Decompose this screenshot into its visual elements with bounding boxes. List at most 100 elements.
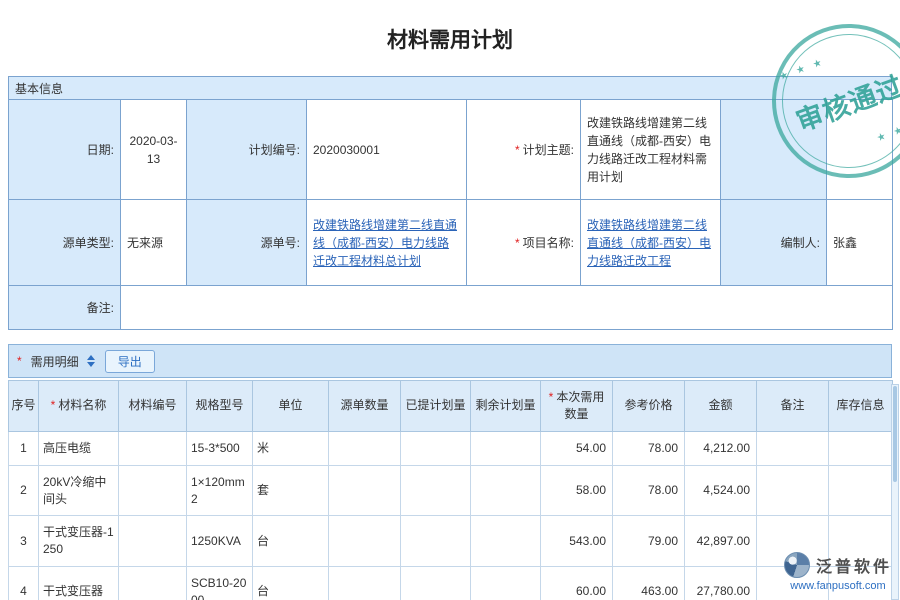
table-cell: 60.00 xyxy=(541,566,613,600)
column-header: *材料名称 xyxy=(39,381,119,432)
sort-icon[interactable] xyxy=(87,355,95,367)
page: 材料需用计划 审核通过 ★ ★ ★ ★ ★ ★ 基本信息 日期: 2020-03… xyxy=(0,0,900,600)
fanpu-logo-icon xyxy=(784,552,810,578)
project-value: 改建铁路线增建第二线直通线（成都-西安）电力线路迁改工程 xyxy=(581,200,721,286)
column-header: 金额 xyxy=(685,381,757,432)
project-link[interactable]: 改建铁路线增建第二线直通线（成都-西安）电力线路迁改工程 xyxy=(587,218,711,268)
source-type-label: 源单类型: xyxy=(9,200,121,286)
vertical-scrollbar[interactable] xyxy=(891,384,899,600)
table-cell: 干式变压器 xyxy=(39,566,119,600)
required-mark: * xyxy=(515,143,520,157)
table-cell: 米 xyxy=(253,432,329,466)
table-cell: 1 xyxy=(9,432,39,466)
table-cell: 台 xyxy=(253,516,329,567)
table-row[interactable]: 220kV冷缩中间头 1×120mm2套 58.0078.004,524.00 xyxy=(9,465,893,516)
detail-section-bar: * 需用明细 导出 xyxy=(8,344,892,378)
table-cell xyxy=(119,432,187,466)
source-no-link[interactable]: 改建铁路线增建第二线直通线（成都-西安）电力线路迁改工程材料总计划 xyxy=(313,218,457,268)
table-cell: 463.00 xyxy=(613,566,685,600)
scrollbar-thumb[interactable] xyxy=(893,386,897,482)
table-cell xyxy=(757,465,829,516)
form-row: 源单类型: 无来源 源单号: 改建铁路线增建第二线直通线（成都-西安）电力线路迁… xyxy=(9,200,893,286)
creator-label: 编制人: xyxy=(721,200,827,286)
table-cell xyxy=(329,432,401,466)
date-value: 2020-03-13 xyxy=(121,100,187,200)
column-header: 剩余计划量 xyxy=(471,381,541,432)
column-header: 源单数量 xyxy=(329,381,401,432)
label-text: 项目名称: xyxy=(523,236,574,250)
column-header: 序号 xyxy=(9,381,39,432)
table-cell: 4,524.00 xyxy=(685,465,757,516)
stamp-stars-icon: ★ ★ ★ xyxy=(875,118,900,145)
table-row[interactable]: 4干式变压器SCB10-2000台60.00463.0027,780.00 xyxy=(9,566,893,600)
column-header: 单位 xyxy=(253,381,329,432)
table-row[interactable]: 1高压电缆15-3*500米54.0078.004,212.00 xyxy=(9,432,893,466)
table-cell: 58.00 xyxy=(541,465,613,516)
vendor-watermark: 泛普软件 www.fanpusoft.com xyxy=(784,552,892,592)
table-cell: 1250KVA xyxy=(187,516,253,567)
form-row: 日期: 2020-03-13 计划编号: 2020030001 *计划主题: 改… xyxy=(9,100,893,200)
table-cell xyxy=(471,566,541,600)
source-no-value: 改建铁路线增建第二线直通线（成都-西安）电力线路迁改工程材料总计划 xyxy=(307,200,467,286)
brand-name: 泛普软件 xyxy=(816,553,892,577)
table-cell: SCB10-2000 xyxy=(187,566,253,600)
table-cell: 543.00 xyxy=(541,516,613,567)
basic-info-table: 日期: 2020-03-13 计划编号: 2020030001 *计划主题: 改… xyxy=(8,99,893,330)
table-cell: 3 xyxy=(9,516,39,567)
label-text: 计划主题: xyxy=(523,143,574,157)
column-header: 备注 xyxy=(757,381,829,432)
detail-section-title: 需用明细 xyxy=(31,353,79,370)
column-header: 已提计划量 xyxy=(401,381,471,432)
form-row: 备注: xyxy=(9,286,893,330)
stamp-stars-icon: ★ ★ ★ xyxy=(778,56,826,83)
required-mark: * xyxy=(51,398,56,412)
remark-label: 备注: xyxy=(9,286,121,330)
creator-value: 张鑫 xyxy=(827,200,893,286)
table-cell: 78.00 xyxy=(613,465,685,516)
table-cell xyxy=(401,566,471,600)
plan-no-value: 2020030001 xyxy=(307,100,467,200)
date-label: 日期: xyxy=(9,100,121,200)
plan-subject-label: *计划主题: xyxy=(467,100,581,200)
table-cell: 台 xyxy=(253,566,329,600)
table-cell: 27,780.00 xyxy=(685,566,757,600)
table-cell: 1×120mm2 xyxy=(187,465,253,516)
basic-info-section-header: 基本信息 xyxy=(8,76,892,100)
table-cell xyxy=(829,432,893,466)
brand-url: www.fanpusoft.com xyxy=(784,580,892,592)
table-cell: 20kV冷缩中间头 xyxy=(39,465,119,516)
table-cell xyxy=(829,465,893,516)
table-cell xyxy=(757,432,829,466)
table-cell xyxy=(471,516,541,567)
table-cell xyxy=(401,465,471,516)
table-cell xyxy=(329,566,401,600)
table-cell: 15-3*500 xyxy=(187,432,253,466)
page-title: 材料需用计划 xyxy=(0,0,900,76)
export-button[interactable]: 导出 xyxy=(105,350,155,373)
table-cell xyxy=(329,465,401,516)
source-type-value: 无来源 xyxy=(121,200,187,286)
detail-table: 序号*材料名称材料编号规格型号单位源单数量已提计划量剩余计划量*本次需用数量参考… xyxy=(8,380,893,600)
column-header: 参考价格 xyxy=(613,381,685,432)
detail-table-body: 1高压电缆15-3*500米54.0078.004,212.00220kV冷缩中… xyxy=(9,432,893,600)
table-cell: 2 xyxy=(9,465,39,516)
project-label: *项目名称: xyxy=(467,200,581,286)
column-header: *本次需用数量 xyxy=(541,381,613,432)
table-cell: 高压电缆 xyxy=(39,432,119,466)
plan-no-label: 计划编号: xyxy=(187,100,307,200)
required-mark: * xyxy=(515,236,520,250)
plan-subject-value: 改建铁路线增建第二线直通线（成都-西安）电力线路迁改工程材料需用计划 xyxy=(581,100,721,200)
table-cell xyxy=(401,516,471,567)
column-header: 库存信息 xyxy=(829,381,893,432)
column-header: 材料编号 xyxy=(119,381,187,432)
table-cell: 4,212.00 xyxy=(685,432,757,466)
table-cell xyxy=(119,566,187,600)
table-cell: 套 xyxy=(253,465,329,516)
table-cell: 干式变压器-1250 xyxy=(39,516,119,567)
table-row[interactable]: 3干式变压器-12501250KVA台543.0079.0042,897.00 xyxy=(9,516,893,567)
required-mark: * xyxy=(17,354,22,368)
table-cell xyxy=(471,465,541,516)
detail-table-head: 序号*材料名称材料编号规格型号单位源单数量已提计划量剩余计划量*本次需用数量参考… xyxy=(9,381,893,432)
column-header: 规格型号 xyxy=(187,381,253,432)
stamp-text: 审核通过 xyxy=(790,64,900,139)
